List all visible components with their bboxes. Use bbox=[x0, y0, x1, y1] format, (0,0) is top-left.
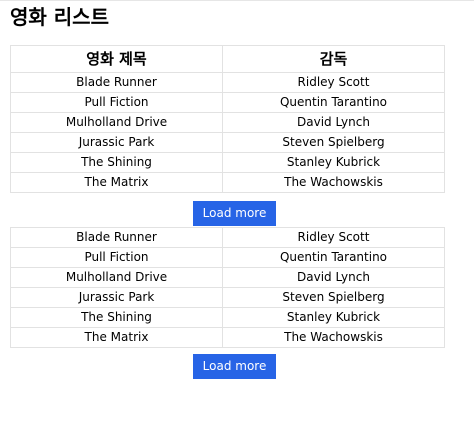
table-row: The Shining Stanley Kubrick bbox=[10, 152, 445, 173]
movie-director-cell: Ridley Scott bbox=[222, 72, 445, 93]
movie-director-cell: The Wachowskis bbox=[222, 327, 445, 348]
table-row: The Shining Stanley Kubrick bbox=[10, 307, 445, 328]
column-header-director: 감독 bbox=[222, 45, 445, 73]
table-row: Mulholland Drive David Lynch bbox=[10, 267, 445, 288]
movie-title-cell: Jurassic Park bbox=[10, 287, 223, 308]
table-row: Blade Runner Ridley Scott bbox=[10, 72, 445, 93]
movie-director-cell: Quentin Tarantino bbox=[222, 247, 445, 268]
table-header-row: 영화 제목 감독 bbox=[10, 45, 445, 73]
movie-director-cell: David Lynch bbox=[222, 112, 445, 133]
load-more-button[interactable]: Load more bbox=[193, 354, 276, 379]
movie-director-cell: Ridley Scott bbox=[222, 227, 445, 248]
table-row: The Matrix The Wachowskis bbox=[10, 327, 445, 348]
page-title: 영화 리스트 bbox=[10, 5, 109, 29]
table-row: Pull Fiction Quentin Tarantino bbox=[10, 247, 445, 268]
table-row: Pull Fiction Quentin Tarantino bbox=[10, 92, 445, 113]
movie-title-cell: Mulholland Drive bbox=[10, 267, 223, 288]
movie-title-cell: Mulholland Drive bbox=[10, 112, 223, 133]
top-divider bbox=[0, 0, 474, 1]
movie-title-cell: The Shining bbox=[10, 307, 223, 328]
movie-title-cell: Blade Runner bbox=[10, 72, 223, 93]
table-row: Jurassic Park Steven Spielberg bbox=[10, 132, 445, 153]
table-row: Jurassic Park Steven Spielberg bbox=[10, 287, 445, 308]
movie-title-cell: The Matrix bbox=[10, 327, 223, 348]
load-more-button[interactable]: Load more bbox=[193, 201, 276, 226]
movie-title-cell: Pull Fiction bbox=[10, 247, 223, 268]
movie-title-cell: Blade Runner bbox=[10, 227, 223, 248]
movie-title-cell: Pull Fiction bbox=[10, 92, 223, 113]
movie-table-loaded: Blade Runner Ridley Scott Pull Fiction Q… bbox=[10, 227, 445, 348]
table-row: Blade Runner Ridley Scott bbox=[10, 227, 445, 248]
movie-director-cell: Stanley Kubrick bbox=[222, 307, 445, 328]
movie-table: 영화 제목 감독 Blade Runner Ridley Scott Pull … bbox=[10, 45, 445, 193]
movie-director-cell: Stanley Kubrick bbox=[222, 152, 445, 173]
column-header-title: 영화 제목 bbox=[10, 45, 223, 73]
table-row: Mulholland Drive David Lynch bbox=[10, 112, 445, 133]
movie-title-cell: The Shining bbox=[10, 152, 223, 173]
movie-title-cell: Jurassic Park bbox=[10, 132, 223, 153]
movie-director-cell: David Lynch bbox=[222, 267, 445, 288]
table-row: The Matrix The Wachowskis bbox=[10, 172, 445, 193]
movie-director-cell: The Wachowskis bbox=[222, 172, 445, 193]
movie-director-cell: Steven Spielberg bbox=[222, 132, 445, 153]
movie-director-cell: Quentin Tarantino bbox=[222, 92, 445, 113]
movie-director-cell: Steven Spielberg bbox=[222, 287, 445, 308]
movie-title-cell: The Matrix bbox=[10, 172, 223, 193]
